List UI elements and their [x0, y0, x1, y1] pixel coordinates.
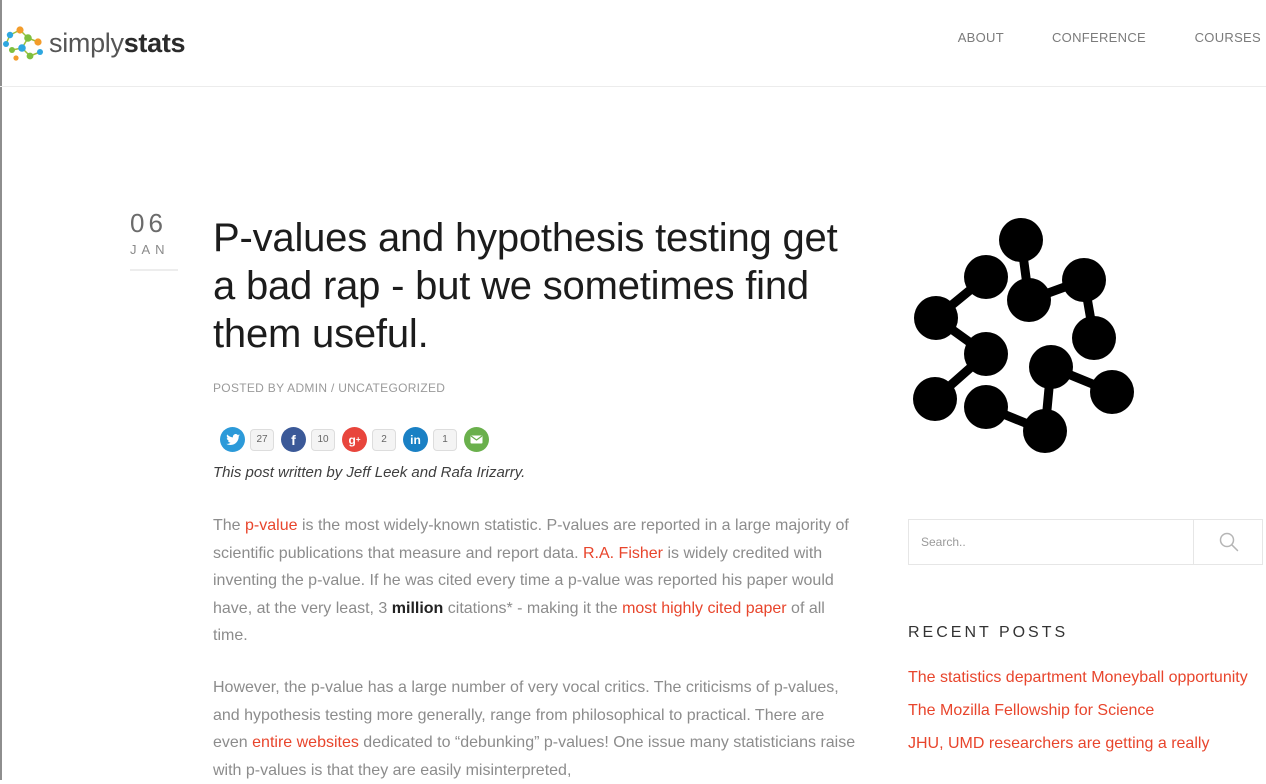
post-day: 06 — [130, 208, 167, 238]
nav-about[interactable]: ABOUT — [958, 30, 1004, 45]
list-item: The Mozilla Fellowship for Science — [908, 699, 1258, 723]
post-date: 06 JAN — [130, 210, 178, 271]
twitter-count: 27 — [250, 428, 274, 451]
simplystats-logo-icon — [3, 26, 43, 61]
brand-part2: stats — [123, 27, 186, 58]
site-header: simplystats ABOUT CONFERENCE COURSES — [0, 0, 1266, 87]
post-paragraph-2: However, the p-value has a large number … — [213, 674, 863, 784]
share-bar: 27 f 10 g + 2 in 1 — [220, 427, 489, 452]
nav-courses[interactable]: COURSES — [1195, 30, 1261, 45]
p1-text-1: The — [213, 517, 246, 534]
linkedin-icon[interactable]: in — [403, 427, 428, 452]
recent-post-link[interactable]: JHU, UMD researchers are getting a reall… — [908, 735, 1209, 752]
brand-name: simplystats — [49, 27, 186, 58]
search-icon — [1219, 532, 1238, 552]
nav-conference[interactable]: CONFERENCE — [1052, 30, 1146, 45]
list-item: The statistics department Moneyball oppo… — [908, 666, 1258, 690]
googleplus-count: 2 — [372, 428, 396, 451]
googleplus-icon[interactable]: g + — [342, 427, 367, 452]
link-p-value[interactable]: p-value — [245, 517, 297, 534]
post-month: JAN — [130, 242, 170, 257]
facebook-count: 10 — [311, 428, 335, 451]
twitter-icon[interactable] — [220, 427, 245, 452]
window-edge — [0, 0, 2, 780]
p1-bold-million: million — [391, 599, 444, 617]
link-most-cited-paper[interactable]: most highly cited paper — [622, 600, 787, 617]
search-input[interactable] — [909, 520, 1193, 564]
linkedin-count: 1 — [433, 428, 457, 451]
search-button[interactable] — [1193, 520, 1263, 564]
recent-post-link[interactable]: The statistics department Moneyball oppo… — [908, 669, 1248, 686]
post-byline: This post written by Jeff Leek and Rafa … — [213, 464, 526, 481]
post-title: P-values and hypothesis testing get a ba… — [213, 216, 838, 356]
recent-post-link[interactable]: The Mozilla Fellowship for Science — [908, 702, 1154, 719]
molecule-logo-icon — [913, 218, 1134, 453]
email-icon[interactable] — [464, 427, 489, 452]
date-divider — [130, 269, 178, 271]
recent-posts-title: RECENT POSTS — [908, 624, 1069, 641]
brand-part1: simply — [49, 27, 124, 58]
p1-text-4: citations* - making it the — [443, 599, 623, 617]
recent-posts-list: The statistics department Moneyball oppo… — [908, 666, 1258, 765]
post-paragraph-1: The p-value is the most widely-known sta… — [213, 512, 863, 650]
link-entire-websites[interactable]: entire websites — [252, 734, 359, 751]
site-logo[interactable]: simplystats — [2, 20, 186, 66]
facebook-icon[interactable]: f — [281, 427, 306, 452]
link-ra-fisher[interactable]: R.A. Fisher — [583, 545, 663, 562]
list-item: JHU, UMD researchers are getting a reall… — [908, 732, 1258, 756]
sidebar-search — [908, 519, 1263, 565]
post-meta[interactable]: POSTED BY ADMIN / UNCATEGORIZED — [213, 381, 445, 395]
